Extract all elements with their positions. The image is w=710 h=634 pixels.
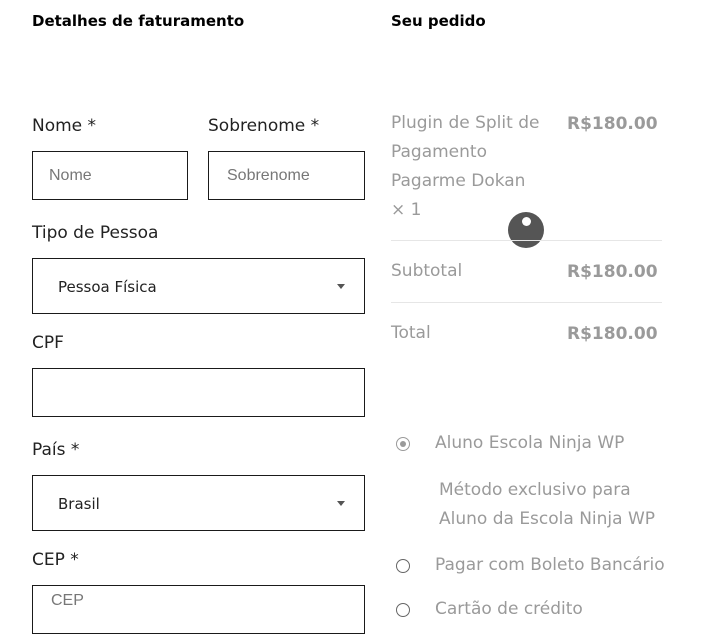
payment-radio-cartao[interactable] — [396, 603, 410, 617]
order-item-name-line: Pagarme Dokan — [391, 171, 526, 191]
first-name-field[interactable] — [32, 151, 188, 200]
first-name-input[interactable] — [33, 152, 187, 199]
order-divider — [391, 302, 662, 303]
country-select[interactable]: Brasil — [32, 475, 365, 531]
payment-label-cartao[interactable]: Cartão de crédito — [435, 599, 583, 619]
cpf-field[interactable] — [32, 368, 365, 417]
payment-label-aluno[interactable]: Aluno Escola Ninja WP — [435, 433, 624, 453]
chevron-down-icon — [337, 284, 345, 289]
cep-field[interactable] — [32, 585, 365, 634]
order-title: Seu pedido — [391, 12, 486, 30]
country-value: Brasil — [58, 495, 100, 513]
cep-label: CEP * — [32, 550, 79, 570]
order-item-price: R$180.00 — [567, 114, 658, 134]
country-label: País * — [32, 440, 80, 460]
cep-input[interactable] — [33, 586, 364, 633]
total-label: Total — [391, 323, 431, 343]
payment-description-line: Método exclusivo para — [439, 480, 631, 500]
subtotal-label: Subtotal — [391, 261, 463, 281]
person-type-value: Pessoa Física — [58, 278, 157, 296]
order-item-name-line: Plugin de Split de — [391, 113, 540, 133]
order-item-name-line: Pagamento — [391, 142, 487, 162]
cpf-label: CPF — [32, 333, 64, 353]
order-item-name: Plugin de Split de Pagamento Pagarme Dok… — [391, 109, 551, 225]
last-name-field[interactable] — [208, 151, 365, 200]
loading-spinner-icon — [508, 212, 544, 248]
person-type-label: Tipo de Pessoa — [32, 223, 159, 243]
order-divider — [391, 240, 662, 241]
last-name-input[interactable] — [209, 152, 364, 199]
cpf-input[interactable] — [33, 369, 364, 416]
total-value: R$180.00 — [567, 324, 658, 344]
payment-radio-aluno[interactable] — [396, 437, 410, 451]
last-name-label: Sobrenome * — [208, 116, 320, 136]
payment-description-line: Aluno da Escola Ninja WP — [439, 509, 656, 529]
payment-radio-boleto[interactable] — [396, 559, 410, 573]
billing-title: Detalhes de faturamento — [32, 12, 245, 30]
subtotal-value: R$180.00 — [567, 262, 658, 282]
first-name-label: Nome * — [32, 116, 97, 136]
person-type-select[interactable]: Pessoa Física — [32, 258, 365, 314]
payment-label-boleto[interactable]: Pagar com Boleto Bancário — [435, 555, 665, 575]
payment-description: Método exclusivo para Aluno da Escola Ni… — [439, 476, 655, 534]
chevron-down-icon — [337, 501, 345, 506]
